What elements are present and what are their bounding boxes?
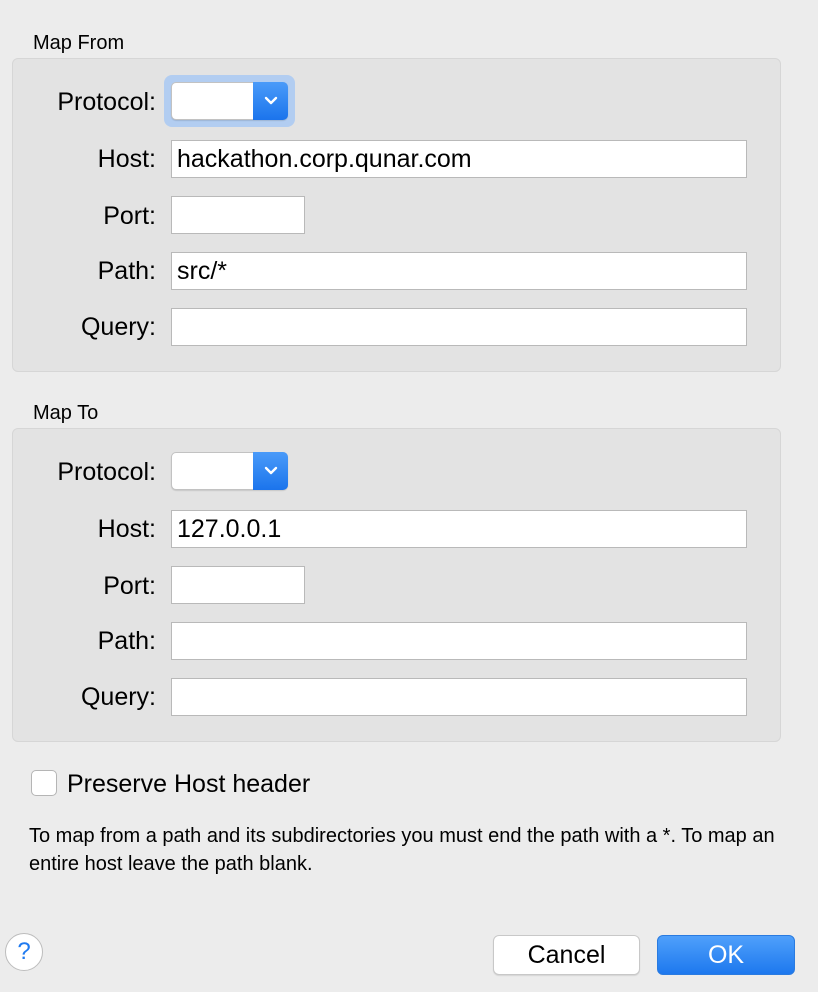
cancel-button[interactable]: Cancel: [493, 935, 640, 975]
map-to-path-label: Path:: [97, 627, 156, 655]
map-to-title: Map To: [33, 402, 99, 424]
map-to-query-label: Query:: [80, 683, 156, 711]
help-icon: ?: [17, 938, 31, 965]
map-to-protocol-label: Protocol:: [57, 458, 156, 486]
map-from-protocol-label: Protocol:: [57, 88, 156, 116]
help-button[interactable]: ?: [5, 933, 43, 971]
map-to-path-input[interactable]: [171, 622, 747, 660]
map-to-port-input[interactable]: [171, 566, 305, 604]
map-from-title: Map From: [33, 32, 125, 54]
preserve-host-checkbox[interactable]: [31, 770, 57, 796]
map-from-path-label: Path:: [97, 257, 156, 285]
map-to-protocol-select[interactable]: [171, 452, 288, 490]
hint-text: To map from a path and its subdirectorie…: [29, 825, 775, 875]
map-to-host-input[interactable]: 127.0.0.1: [171, 510, 747, 548]
ok-button[interactable]: OK: [657, 935, 795, 975]
map-from-host-input[interactable]: hackathon.corp.qunar.com: [171, 140, 747, 178]
preserve-host-label[interactable]: Preserve Host header: [67, 770, 310, 799]
map-from-query-label: Query:: [80, 313, 156, 341]
map-from-host-label: Host:: [97, 145, 156, 173]
map-to-port-label: Port:: [103, 572, 156, 600]
map-from-query-input[interactable]: [171, 308, 747, 346]
map-from-protocol-select[interactable]: [171, 82, 288, 120]
map-from-port-label: Port:: [103, 202, 156, 230]
map-from-port-input[interactable]: [171, 196, 305, 234]
chevron-down-icon: [253, 82, 288, 120]
map-to-query-input[interactable]: [171, 678, 747, 716]
chevron-down-icon: [253, 452, 288, 490]
map-to-host-label: Host:: [97, 515, 156, 543]
map-from-path-input[interactable]: src/*: [171, 252, 747, 290]
